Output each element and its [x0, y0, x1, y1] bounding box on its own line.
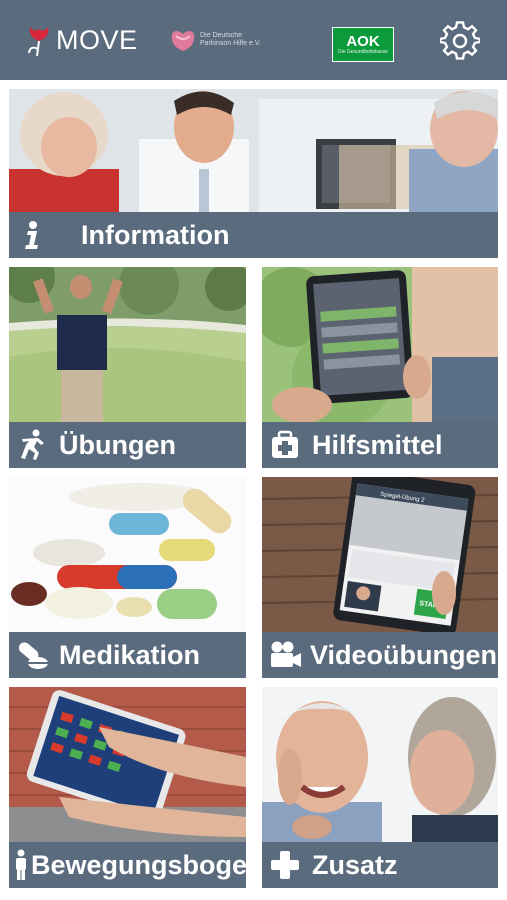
- app-header: MOVE Die Deutsche Parkinson Hilfe e.V. A…: [0, 0, 507, 80]
- tulip-icon: [28, 27, 49, 57]
- medikation-bar: Medikation: [9, 632, 246, 678]
- hilfsmittel-label: Hilfsmittel: [312, 429, 443, 460]
- zusatz-label: Zusatz: [312, 849, 398, 880]
- zusatz-photo: [262, 687, 498, 842]
- zusatz-bar: Zusatz: [262, 842, 498, 888]
- videouebungen-bar: Videoübungen: [262, 632, 498, 678]
- bewegungsbogen-bar: Bewegungsbogen: [9, 842, 246, 888]
- first-aid-kit-icon: [272, 430, 298, 458]
- tile-medikation[interactable]: Medikation: [9, 477, 246, 678]
- tile-zusatz[interactable]: Zusatz: [262, 687, 498, 888]
- gear-icon: [438, 21, 482, 60]
- brand-name: MOVE: [56, 24, 138, 55]
- medikation-label: Medikation: [59, 639, 201, 670]
- info-icon: [25, 221, 38, 249]
- aok-tagline: Die Gesundheitskasse: [337, 49, 389, 55]
- information-photo: [9, 89, 498, 212]
- tile-hilfsmittel[interactable]: Hilfsmittel: [262, 267, 498, 468]
- tile-information[interactable]: Information: [9, 89, 498, 258]
- pill-icon: [18, 642, 48, 669]
- settings-button[interactable]: [438, 21, 482, 61]
- aok-name: AOK: [346, 33, 380, 50]
- videouebungen-label: Videoübungen: [310, 639, 497, 670]
- tile-uebungen[interactable]: Übungen: [9, 267, 246, 468]
- uebungen-photo: [9, 267, 246, 422]
- partner-logo: Die Deutsche Parkinson Hilfe e.V.: [170, 28, 270, 52]
- aok-logo: AOK Die Gesundheitskasse: [332, 27, 394, 62]
- hilfsmittel-photo: [262, 267, 498, 422]
- uebungen-bar: Übungen: [9, 422, 246, 468]
- person-icon: [16, 849, 26, 880]
- hilfsmittel-bar: Hilfsmittel: [262, 422, 498, 468]
- tile-bewegungsbogen[interactable]: Bewegungsbogen: [9, 687, 246, 888]
- plus-icon: [271, 851, 299, 879]
- information-label: Information: [81, 219, 230, 250]
- move-logo: MOVE: [26, 22, 138, 58]
- videouebungen-photo: Spiegel-Übung 2 START: [262, 477, 498, 632]
- information-bar: Information: [9, 212, 498, 258]
- bewegungsbogen-photo: [9, 687, 246, 842]
- runner-icon: [21, 429, 44, 460]
- uebungen-label: Übungen: [59, 429, 176, 460]
- medikation-photo: [9, 477, 246, 632]
- video-camera-icon: [271, 641, 301, 667]
- tile-videouebungen[interactable]: Spiegel-Übung 2 START Videoübungen: [262, 477, 498, 678]
- bewegungsbogen-label: Bewegungsbogen: [31, 849, 246, 880]
- partner-name: Die Deutsche Parkinson Hilfe e.V.: [200, 32, 261, 47]
- parkinson-hilfe-icon: [171, 31, 195, 51]
